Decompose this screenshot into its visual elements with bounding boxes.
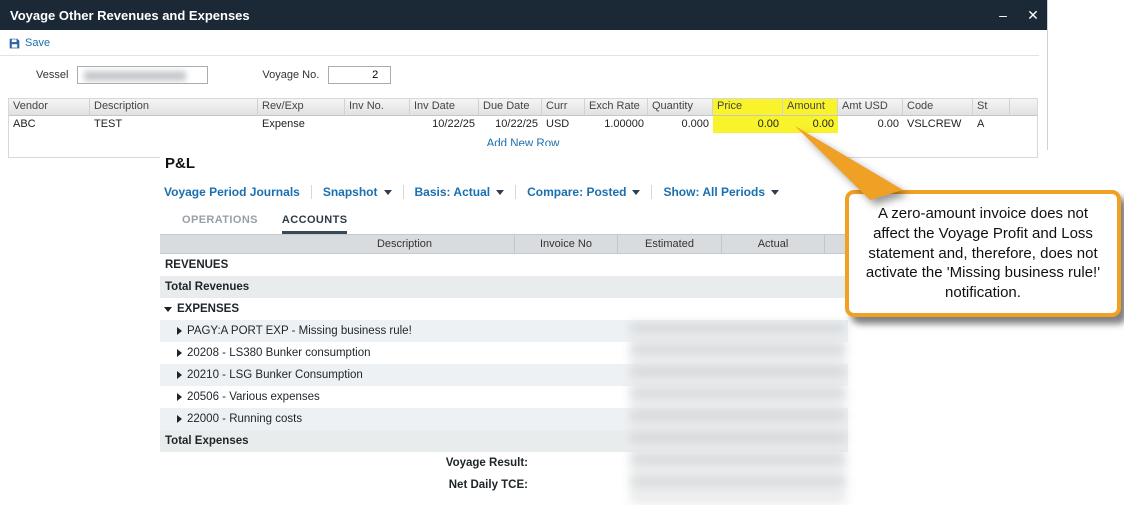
- minimize-button[interactable]: –: [988, 7, 1018, 23]
- row-label: Total Revenues: [160, 281, 249, 293]
- annotation-callout: A zero-amount invoice does not affect th…: [845, 190, 1121, 317]
- cell-vendor: ABC: [9, 116, 90, 133]
- annotation-text: A zero-amount invoice does not affect th…: [866, 205, 1100, 301]
- pnl-panel: P&L Voyage Period Journals Snapshot Basi…: [160, 146, 848, 505]
- col-code[interactable]: Code: [903, 99, 973, 115]
- chevron-down-icon: [384, 190, 392, 195]
- col-curr[interactable]: Curr: [542, 99, 585, 115]
- cell-filler: [1010, 116, 1037, 133]
- tab-accounts[interactable]: ACCOUNTS: [282, 214, 348, 234]
- col-price[interactable]: Price: [713, 99, 783, 115]
- row-label: EXPENSES: [172, 303, 239, 315]
- pnl-tabs: OPERATIONS ACCOUNTS: [182, 214, 848, 234]
- window-title: Voyage Other Revenues and Expenses: [0, 8, 988, 23]
- col-inv-date[interactable]: Inv Date: [410, 99, 479, 115]
- save-button[interactable]: Save: [25, 37, 50, 49]
- voyage-other-revenues-window: Voyage Other Revenues and Expenses – ✕ S…: [0, 0, 1048, 84]
- cell-revexp: Expense: [258, 116, 345, 133]
- pnl-row-expenses[interactable]: EXPENSES: [160, 298, 848, 320]
- pnl-menu: Voyage Period Journals Snapshot Basis: A…: [160, 185, 848, 199]
- cell-curr: USD: [542, 116, 585, 133]
- row-label: 20506 - Various expenses: [182, 391, 320, 403]
- snapshot-menu[interactable]: Snapshot: [312, 185, 404, 199]
- chevron-down-icon: [632, 190, 640, 195]
- header-form: Vessel Voyage No.: [36, 66, 1048, 84]
- menu-item-label: Snapshot: [323, 185, 378, 199]
- show-periods-menu[interactable]: Show: All Periods: [652, 185, 790, 199]
- menu-item-label: Voyage Period Journals: [164, 185, 300, 199]
- pnl-row-total-revenues: Total Revenues: [160, 276, 848, 298]
- save-toolbar: Save: [0, 30, 1039, 56]
- col-amt-usd[interactable]: Amt USD: [838, 99, 903, 115]
- tab-operations[interactable]: OPERATIONS: [182, 214, 258, 234]
- save-icon: [9, 38, 20, 49]
- pnl-col-description: Description: [160, 235, 515, 253]
- col-due-date[interactable]: Due Date: [479, 99, 542, 115]
- col-st[interactable]: St: [973, 99, 1010, 115]
- col-exch-rate[interactable]: Exch Rate: [585, 99, 648, 115]
- window-titlebar: Voyage Other Revenues and Expenses – ✕: [0, 0, 1048, 30]
- row-label: 22000 - Running costs: [182, 413, 302, 425]
- row-label: Total Expenses: [160, 435, 249, 447]
- col-filler: [1010, 99, 1037, 115]
- window-right-edge: [1047, 0, 1048, 150]
- row-label: 20210 - LSG Bunker Consumption: [182, 369, 363, 381]
- close-button[interactable]: ✕: [1018, 7, 1048, 24]
- col-description[interactable]: Description: [90, 99, 258, 115]
- voyage-no-label: Voyage No.: [262, 69, 319, 81]
- cell-quantity: 0.000: [648, 116, 713, 133]
- chevron-down-icon: [496, 190, 504, 195]
- pnl-title: P&L: [160, 146, 848, 172]
- col-revexp[interactable]: Rev/Exp: [258, 99, 345, 115]
- pnl-row-revenues: REVENUES: [160, 254, 848, 276]
- row-label: PAGY:A PORT EXP - Missing business rule!: [182, 325, 412, 337]
- cell-description: TEST: [90, 116, 258, 133]
- col-quantity[interactable]: Quantity: [648, 99, 713, 115]
- col-vendor[interactable]: Vendor: [9, 99, 90, 115]
- collapse-icon[interactable]: [164, 307, 172, 312]
- cell-inv-date: 10/22/25: [410, 116, 479, 133]
- callout-pointer: [775, 118, 925, 208]
- pnl-col-estimated: Estimated: [618, 235, 722, 253]
- pnl-col-invoice-no: Invoice No: [515, 235, 618, 253]
- row-label: Net Daily TCE:: [160, 479, 528, 491]
- vessel-label: Vessel: [36, 69, 68, 81]
- cell-inv-no: [345, 116, 410, 133]
- menu-item-label: Show: All Periods: [663, 185, 765, 199]
- pnl-table-header: Description Invoice No Estimated Actual: [160, 234, 848, 254]
- cell-due-date: 10/22/25: [479, 116, 542, 133]
- row-label: Voyage Result:: [160, 457, 528, 469]
- menu-item-label: Basis: Actual: [415, 185, 491, 199]
- pnl-col-actual: Actual: [722, 235, 825, 253]
- col-inv-no[interactable]: Inv No.: [345, 99, 410, 115]
- cell-exch-rate: 1.00000: [585, 116, 648, 133]
- cell-st: A: [973, 116, 1010, 133]
- col-amount[interactable]: Amount: [783, 99, 838, 115]
- basis-menu[interactable]: Basis: Actual: [404, 185, 517, 199]
- row-label: 20208 - LS380 Bunker consumption: [182, 347, 370, 359]
- voyage-no-field[interactable]: [328, 66, 391, 84]
- vessel-redacted-value: [84, 71, 186, 81]
- vessel-field[interactable]: [77, 66, 208, 84]
- voyage-period-journals-link[interactable]: Voyage Period Journals: [160, 185, 312, 199]
- menu-item-label: Compare: Posted: [527, 185, 626, 199]
- grid-header: Vendor Description Rev/Exp Inv No. Inv D…: [9, 99, 1037, 116]
- cell-price: 0.00: [713, 116, 783, 133]
- row-label: REVENUES: [160, 259, 228, 271]
- redacted-values-area: [630, 324, 846, 502]
- compare-menu[interactable]: Compare: Posted: [516, 185, 652, 199]
